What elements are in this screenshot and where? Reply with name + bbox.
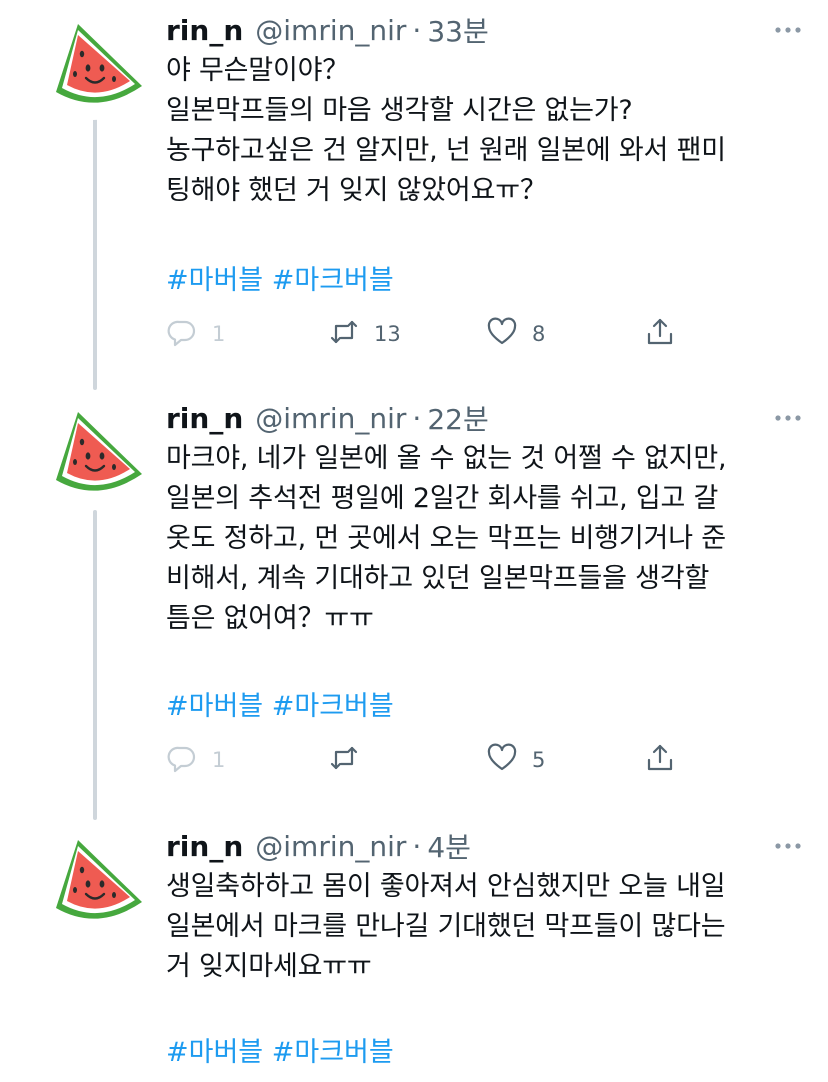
hashtag-link[interactable]: #마버블	[166, 1037, 263, 1068]
tweet-text-line: 팅해야 했던 거 잊지 않았어요ㅠ？	[166, 175, 547, 206]
heart-icon	[486, 742, 518, 778]
retweet-icon	[328, 742, 360, 778]
reply-count: 1	[212, 748, 226, 772]
tweet-time[interactable]: 22분	[427, 398, 488, 438]
tweet-text: 야 무슨말이야？ 일본막프들의 마음 생각할 시간은 없는가? 농구하고싶은 건…	[166, 51, 806, 211]
author-handle[interactable]: @imrin_nir	[255, 830, 406, 863]
reply-count: 1	[212, 322, 226, 346]
more-dots-icon[interactable]	[768, 826, 808, 866]
hashtags: #마버블 #마크버블	[166, 1030, 394, 1069]
author-name[interactable]: rin_n	[166, 830, 243, 863]
tweet-header: rin_n @imrin_nir · 22분	[166, 398, 806, 438]
hashtag-link[interactable]: #마크버블	[272, 265, 394, 296]
share-button[interactable]	[644, 314, 676, 354]
hashtags: #마버블 #마크버블	[166, 684, 394, 723]
retweet-icon	[328, 316, 360, 352]
retweet-button[interactable]	[328, 740, 374, 780]
hashtags: #마버블 #마크버블	[166, 258, 394, 297]
separator-dot: ·	[412, 829, 422, 863]
share-button[interactable]	[644, 740, 676, 780]
share-icon	[644, 316, 676, 352]
tweet-text-line: 틈은 없어여？ㅠㅠ	[166, 603, 374, 634]
like-button[interactable]: 5	[486, 740, 545, 780]
share-icon	[644, 742, 676, 778]
author-handle[interactable]: @imrin_nir	[255, 402, 406, 435]
like-count: 5	[532, 748, 546, 772]
action-bar: 1 5	[166, 740, 686, 780]
tweet-content: rin_n @imrin_nir · 22분 마크야, 네가 일본에 올 수 없…	[166, 398, 806, 639]
separator-dot: ·	[412, 401, 422, 435]
watermelon-avatar-icon[interactable]	[38, 826, 148, 936]
tweet-time[interactable]: 33분	[427, 10, 488, 50]
hashtag-link[interactable]: #마버블	[166, 265, 263, 296]
reply-button[interactable]: 1	[166, 740, 225, 780]
hashtag-link[interactable]: #마크버블	[272, 1037, 394, 1068]
tweet-text: 생일축하하고 몸이 좋아져서 안심했지만 오늘 내일 일본에서 마크를 만나길 …	[166, 867, 806, 987]
tweet-text-line: 야 무슨말이야？	[166, 55, 350, 86]
tweet-content: rin_n @imrin_nir · 4분 생일축하하고 몸이 좋아져서 안심했…	[166, 826, 806, 987]
author-name[interactable]: rin_n	[166, 14, 243, 47]
author-name[interactable]: rin_n	[166, 402, 243, 435]
reply-button[interactable]: 1	[166, 314, 225, 354]
tweet-text: 마크야, 네가 일본에 올 수 없는 것 어쩔 수 없지만, 일본의 추석전 평…	[166, 439, 806, 639]
author-handle[interactable]: @imrin_nir	[255, 14, 406, 47]
tweet-text-line: 거 잊지마세요ㅠㅠ	[166, 951, 372, 982]
tweet-text-line: 비해서, 계속 기대하고 있던 일본막프들을 생각할	[166, 563, 710, 594]
tweet-text-line: 생일축하하고 몸이 좋아져서 안심했지만 오늘 내일	[166, 871, 726, 902]
tweet-text-line: 일본의 추석전 평일에 2일간 회사를 쉬고, 입고 갈	[166, 483, 719, 514]
reply-icon	[166, 316, 198, 352]
timeline: rin_n @imrin_nir · 33분 야 무슨말이야？ 일본막프들의 마…	[0, 0, 828, 1082]
retweet-button[interactable]: 13	[328, 314, 401, 354]
watermelon-avatar-icon[interactable]	[38, 10, 148, 120]
watermelon-avatar-icon[interactable]	[38, 398, 148, 508]
tweet-text-line: 농구하고싶은 건 알지만, 넌 원래 일본에 와서 팬미	[166, 135, 726, 166]
thread-line	[93, 118, 97, 390]
more-dots-icon[interactable]	[768, 398, 808, 438]
retweet-count: 13	[374, 322, 401, 346]
more-dots-icon[interactable]	[768, 10, 808, 50]
tweet-text-line: 일본막프들의 마음 생각할 시간은 없는가?	[166, 95, 633, 126]
thread-line	[93, 510, 97, 820]
tweet-text-line: 옷도 정하고, 먼 곳에서 오는 막프는 비행기거나 준	[166, 523, 726, 554]
heart-icon	[486, 316, 518, 352]
like-count: 8	[532, 322, 546, 346]
separator-dot: ·	[412, 13, 422, 47]
reply-icon	[166, 742, 198, 778]
tweet-text-line: 마크야, 네가 일본에 올 수 없는 것 어쩔 수 없지만,	[166, 443, 727, 474]
hashtag-link[interactable]: #마버블	[166, 691, 263, 722]
tweet-time[interactable]: 4분	[427, 826, 471, 866]
tweet-header: rin_n @imrin_nir · 33분	[166, 10, 806, 50]
tweet-header: rin_n @imrin_nir · 4분	[166, 826, 806, 866]
tweet-text-line: 일본에서 마크를 만나길 기대했던 막프들이 많다는	[166, 911, 726, 942]
like-button[interactable]: 8	[486, 314, 545, 354]
tweet-content: rin_n @imrin_nir · 33분 야 무슨말이야？ 일본막프들의 마…	[166, 10, 806, 211]
action-bar: 1 13 8	[166, 314, 686, 354]
hashtag-link[interactable]: #마크버블	[272, 691, 394, 722]
